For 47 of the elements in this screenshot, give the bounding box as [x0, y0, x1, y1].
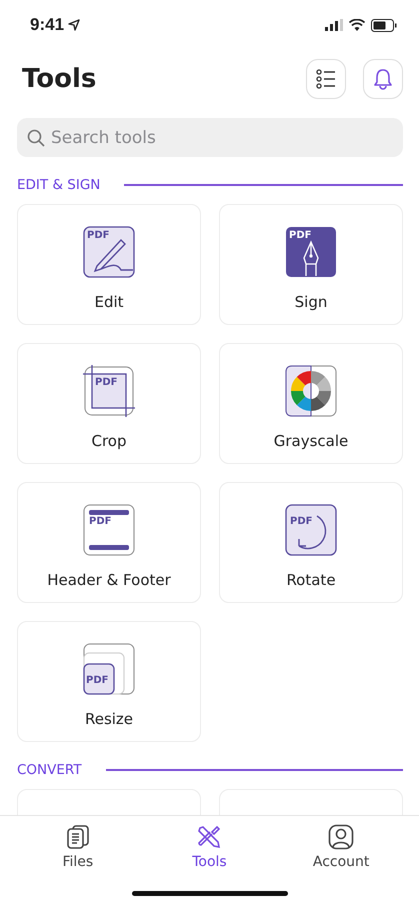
bell-icon — [373, 68, 393, 90]
tool-label: Rotate — [286, 571, 336, 589]
wifi-icon — [349, 19, 365, 31]
tools-icon — [196, 824, 222, 850]
section-title: CONVERT — [17, 762, 82, 778]
resize-icon — [83, 644, 134, 695]
tool-label: Resize — [84, 710, 134, 728]
tool-card[interactable]: PDF Rotate — [219, 482, 403, 603]
list-view-button[interactable] — [306, 59, 346, 99]
tab-bar-item[interactable]: Files — [22, 824, 133, 870]
pdf-label: PDF — [87, 230, 110, 241]
status-time: 9:41 — [30, 15, 64, 35]
tab-bar-item[interactable]: Account — [286, 824, 396, 870]
pdf-label: PDF — [89, 516, 112, 527]
account-icon — [328, 824, 354, 850]
tool-label: Edit — [94, 293, 124, 311]
tool-label: Crop — [91, 432, 126, 450]
tool-card[interactable]: PDF Edit — [17, 204, 201, 325]
location-arrow-icon — [68, 19, 80, 31]
search-icon — [27, 129, 45, 147]
tool-label: Header & Footer — [47, 571, 171, 589]
tab-bar-item[interactable]: Tools — [154, 824, 264, 870]
section-title: EDIT & SIGN — [17, 177, 100, 193]
color-wheel-icon — [285, 365, 337, 417]
notifications-button[interactable] — [363, 59, 403, 99]
pdf-label: PDF — [95, 377, 118, 388]
page-title: Tools — [22, 64, 98, 94]
pen-nib-icon — [286, 227, 336, 277]
signal-icon — [325, 19, 343, 31]
tool-card[interactable]: PDF Crop — [17, 343, 201, 464]
pdf-label: PDF — [290, 516, 312, 527]
rotate-icon — [285, 504, 337, 556]
tool-card[interactable]: PDF Header & Footer — [17, 482, 201, 603]
pencil-document-icon — [83, 226, 135, 278]
tool-card[interactable]: Grayscale — [219, 343, 403, 464]
list-icon — [316, 69, 336, 89]
crop-icon — [82, 364, 136, 418]
tool-card[interactable]: PDF Sign — [219, 204, 403, 325]
battery-icon — [371, 18, 397, 32]
header-footer-icon — [84, 504, 134, 556]
documents-icon — [64, 824, 91, 850]
pdf-label: PDF — [86, 675, 108, 686]
pdf-label: PDF — [289, 230, 312, 241]
tool-label: Sign — [294, 293, 328, 311]
search-field[interactable]: Search tools — [17, 118, 403, 157]
tool-label: Grayscale — [274, 432, 348, 450]
tool-card[interactable]: PDF Resize — [17, 621, 201, 742]
